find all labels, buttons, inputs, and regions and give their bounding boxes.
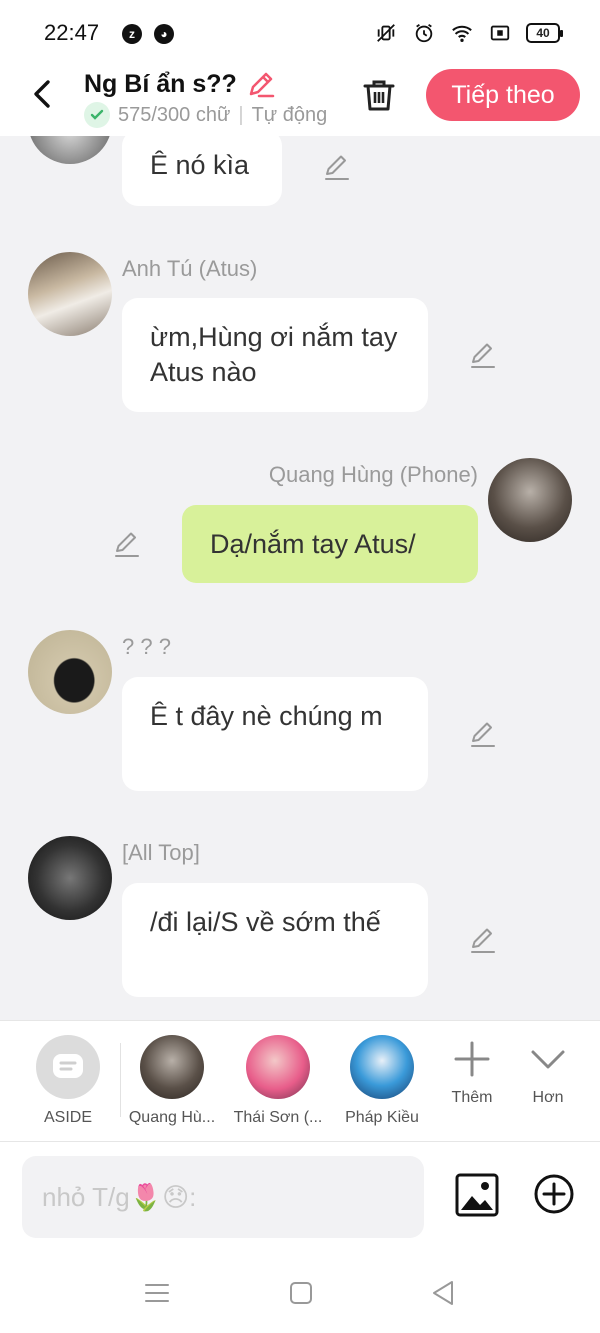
avatar [140,1035,204,1099]
sender-name: ? ? ? [122,634,171,659]
add-role-label: Thêm [451,1089,493,1106]
story-header: Ng Bí ẩn s?? 575/300 chữ | Tự động Tiếp … [0,66,600,136]
chevron-down-icon [531,1050,565,1069]
message-input[interactable]: nhỏ T/g🌷😞: [22,1156,424,1238]
sender-name: [All Top] [122,840,200,865]
status-time: 22:47 [44,20,100,45]
screen-icon [490,25,510,41]
role-label: Thái Sơn (... [233,1109,323,1126]
avatar[interactable] [28,252,112,336]
message-bubble[interactable]: Dạ/nắm tay Atus/ [182,505,478,583]
system-nav-bar [0,1252,600,1333]
aside-icon [36,1035,100,1099]
message-bubble[interactable]: Ê t đây nè chúng m [122,677,428,791]
role-label: Quang Hù... [128,1109,216,1126]
title-row: Ng Bí ẩn s?? [84,68,277,100]
edit-message-icon[interactable] [468,925,498,955]
avatar [246,1035,310,1099]
app-notification-icon: ◕ [154,24,174,44]
role-item[interactable]: Thái Sơn (... [232,1035,324,1127]
menu-icon[interactable] [142,1278,172,1308]
avatar[interactable] [28,836,112,920]
role-item[interactable]: Quang Hù... [126,1035,218,1127]
add-button[interactable] [532,1172,576,1216]
subtitle-row: 575/300 chữ | Tự động [84,102,327,128]
home-icon[interactable] [286,1278,316,1308]
check-icon [84,102,110,128]
alarm-icon [415,23,433,43]
role-aside[interactable]: ASIDE [22,1035,114,1127]
avatar[interactable] [488,458,572,542]
avatar[interactable] [28,630,112,714]
edit-message-icon[interactable] [468,719,498,749]
sender-name: Anh Tú (Atus) [122,256,258,281]
battery-indicator: 40 [526,23,563,43]
character-selector: ASIDE Quang Hù... Thái Sơn (... Pháp Kiề… [0,1020,600,1142]
message-bubble[interactable]: ừm,Hùng ơi nắm tay Atus nào [122,298,428,412]
more-roles-label: Hơn [532,1089,564,1106]
edit-title-icon[interactable] [245,68,277,100]
back-button[interactable] [28,78,56,110]
plus-icon [454,1041,490,1077]
add-role-button[interactable]: Thêm [442,1041,502,1107]
separator: | [238,103,244,126]
avatar[interactable] [28,136,112,164]
input-bar: nhỏ T/g🌷😞: [0,1142,600,1252]
chat-area[interactable]: Ê nó kìa Anh Tú (Atus) ừm,Hùng ơi nắm ta… [0,136,600,1020]
edit-message-icon[interactable] [112,529,142,559]
edit-message-icon[interactable] [322,152,352,182]
edit-message-icon[interactable] [468,340,498,370]
message-bubble[interactable]: /đi lại/S về sớm thế [122,883,428,997]
app-notification-icon: z [122,24,142,44]
role-item[interactable]: Pháp Kiều [336,1035,428,1127]
word-count: 575/300 chữ [118,103,231,126]
divider [120,1043,121,1117]
delete-button[interactable] [360,76,398,114]
image-button[interactable] [454,1172,500,1218]
role-label: Pháp Kiều [345,1109,419,1126]
status-bar: 22:47 z ◕ 40 [0,0,600,66]
back-nav-icon[interactable] [428,1278,458,1308]
avatar [350,1035,414,1099]
vibrate-mute-icon [377,24,395,42]
story-title: Ng Bí ẩn s?? [84,69,237,98]
wifi-icon [452,25,472,42]
next-button[interactable]: Tiếp theo [426,69,580,121]
role-label: ASIDE [43,1109,92,1126]
message-bubble[interactable]: Ê nó kìa [122,136,282,206]
more-roles-button[interactable]: Hơn [518,1041,578,1107]
mode-label: Tự động [251,103,328,126]
sender-name: Quang Hùng (Phone) [268,462,478,487]
